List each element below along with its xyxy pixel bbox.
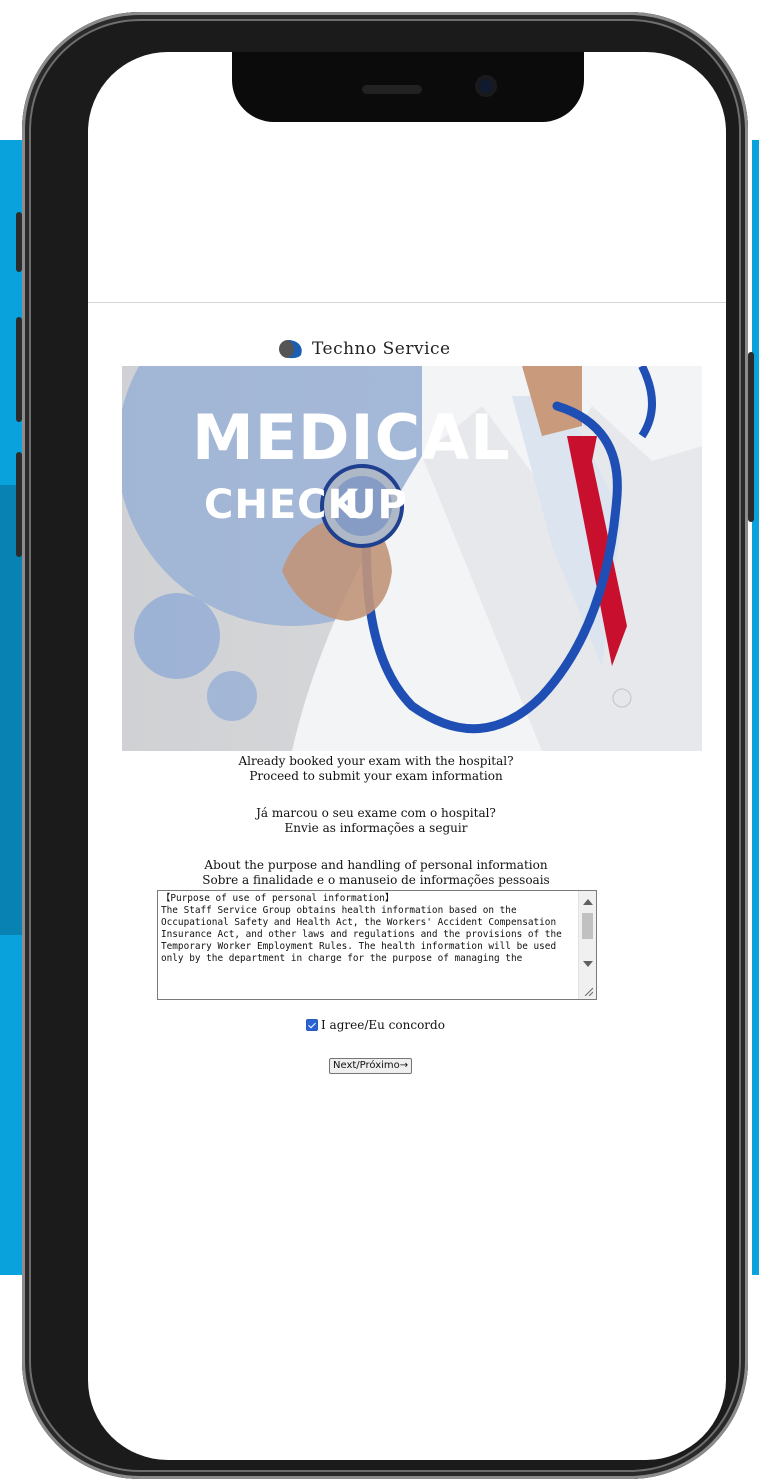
front-camera-icon	[475, 75, 497, 97]
notice-scrollbar[interactable]	[578, 891, 596, 999]
scroll-up-icon[interactable]	[583, 899, 593, 905]
phone-button-mute	[16, 212, 22, 272]
agree-checkbox[interactable]	[306, 1019, 318, 1031]
privacy-heading-en: About the purpose and handling of person…	[204, 858, 548, 872]
scroll-down-icon[interactable]	[583, 961, 593, 967]
intro-en-line1: Already booked your exam with the hospit…	[238, 754, 514, 768]
agree-label: I agree/Eu concordo	[321, 1018, 445, 1032]
privacy-notice-text: 【Purpose of use of personal information】…	[161, 893, 562, 965]
hero-title-up: UP	[344, 482, 408, 528]
intro-en-line2: Proceed to submit your exam information	[249, 769, 503, 783]
logo-mark-icon	[278, 339, 304, 359]
brand-name: Techno Service	[312, 339, 451, 359]
agree-checkbox-row[interactable]: I agree/Eu concordo	[306, 1018, 445, 1032]
intro-pt-line2: Envie as informações a seguir	[284, 821, 468, 835]
next-button[interactable]: Next/Próximo→	[329, 1058, 413, 1074]
privacy-heading: About the purpose and handling of person…	[88, 858, 664, 888]
speaker-grille	[362, 85, 422, 94]
phone-button-volume-up	[16, 317, 22, 422]
hero-banner: MEDICAL CHECK UP	[122, 366, 702, 751]
phone-notch	[232, 52, 584, 122]
hero-title-medical: MEDICAL	[192, 401, 511, 474]
header-divider	[88, 302, 726, 303]
phone-frame: Techno Service MEDICAL CHECK UP Already …	[16, 12, 754, 1479]
phone-screen: Techno Service MEDICAL CHECK UP Already …	[88, 52, 726, 1460]
brand-logo: Techno Service	[278, 339, 451, 359]
intro-pt: Já marcou o seu exame com o hospital? En…	[88, 806, 664, 836]
hero-title-check: CHECK	[204, 482, 360, 528]
privacy-heading-pt: Sobre a finalidade e o manuseio de infor…	[202, 873, 550, 887]
intro-en: Already booked your exam with the hospit…	[88, 754, 664, 784]
privacy-notice-textarea[interactable]: 【Purpose of use of personal information】…	[157, 890, 597, 1000]
phone-button-power	[748, 352, 754, 522]
scroll-thumb[interactable]	[582, 913, 593, 939]
intro-pt-line1: Já marcou o seu exame com o hospital?	[256, 806, 496, 820]
phone-button-volume-down	[16, 452, 22, 557]
resize-handle-icon[interactable]	[584, 987, 593, 996]
background-band-right	[752, 140, 759, 1275]
